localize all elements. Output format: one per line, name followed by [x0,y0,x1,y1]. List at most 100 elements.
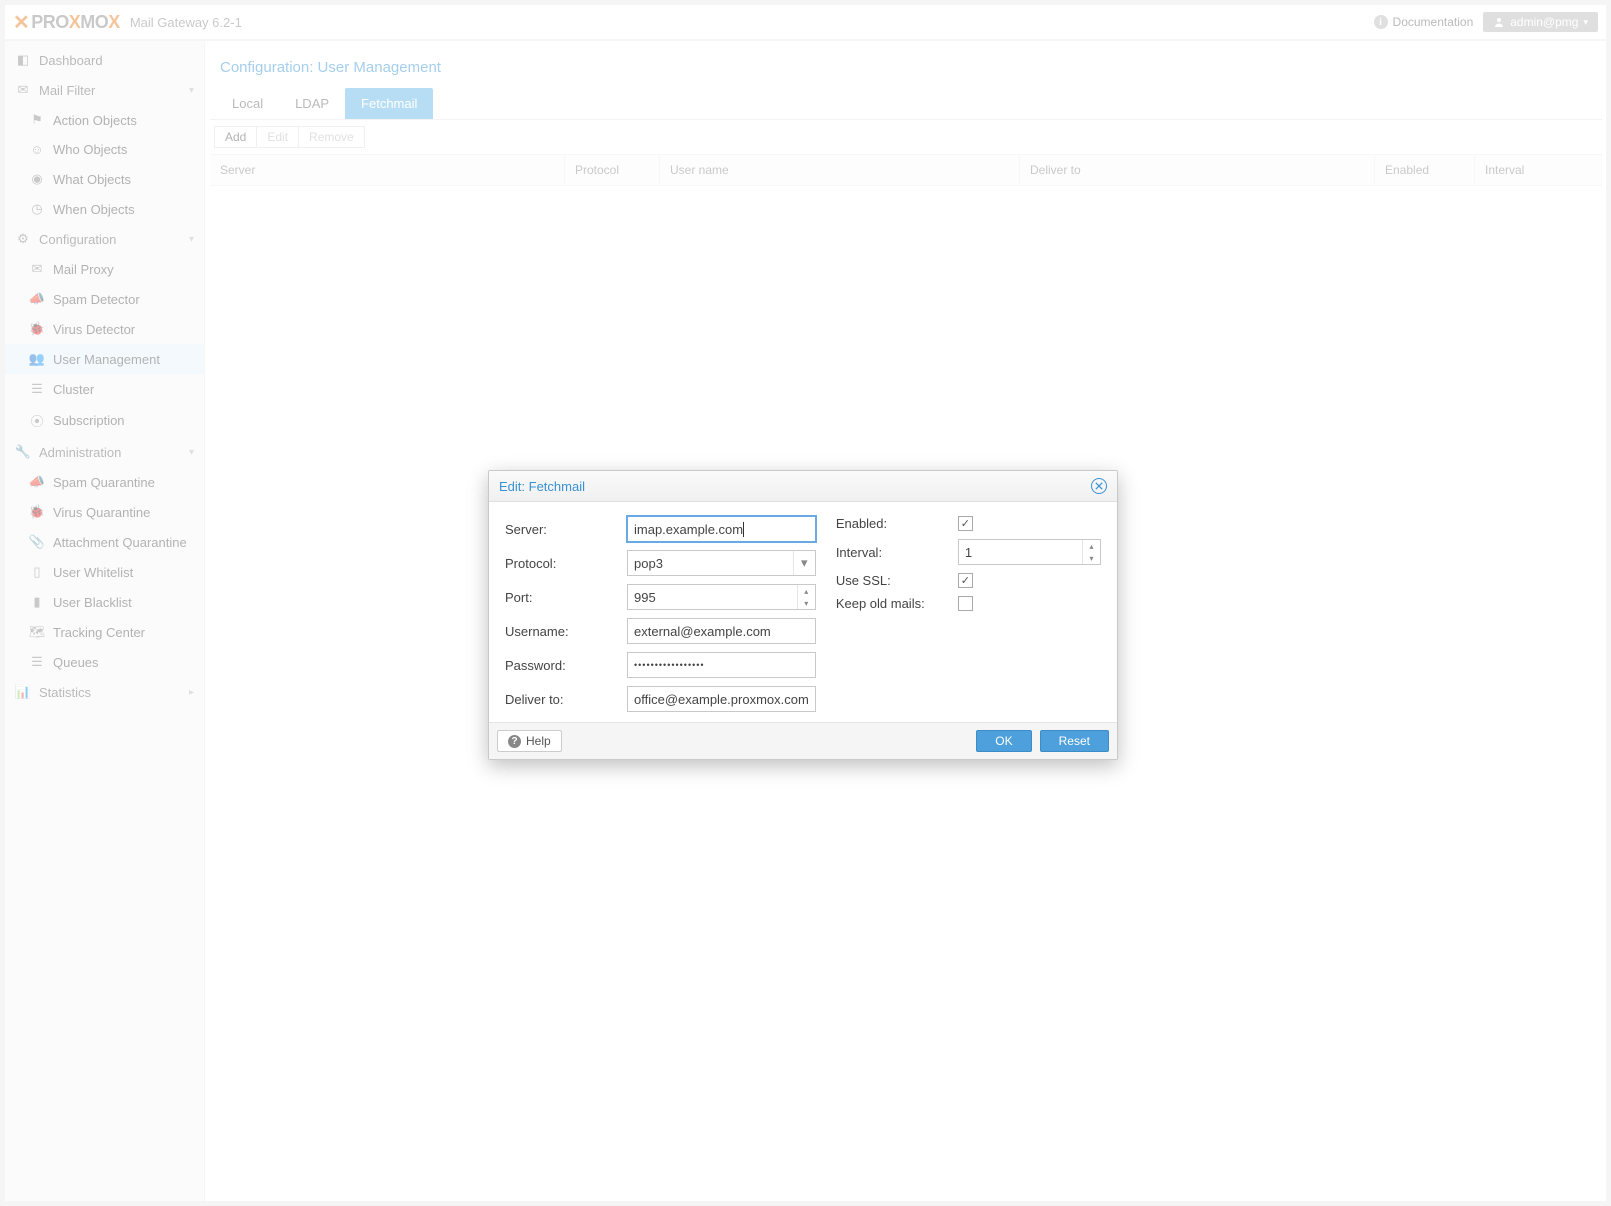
server-icon: ☰ [29,381,45,397]
keep-checkbox[interactable] [958,596,973,611]
documentation-link[interactable]: i Documentation [1374,15,1474,29]
sidebar-item-subscription[interactable]: ⦿ Subscription [5,404,204,437]
sidebar-label: Attachment Quarantine [53,535,187,550]
dialog-header[interactable]: Edit: Fetchmail [489,471,1117,502]
toolbar: Add Edit Remove [210,120,1602,155]
bullhorn-icon: 📣 [29,291,45,307]
sidebar-label: Tracking Center [53,625,145,640]
sidebar-item-user-management[interactable]: 👥 User Management [5,344,204,374]
sidebar-label: User Blacklist [53,595,132,610]
remove-button[interactable]: Remove [298,126,365,148]
interval-spinner[interactable]: ▴▾ [1082,540,1100,564]
logo-text-2: X [69,12,81,33]
sidebar-item-virus-detector[interactable]: 🐞 Virus Detector [5,314,204,344]
sidebar-item-tracking-center[interactable]: 🗺 Tracking Center [5,617,204,647]
sidebar-item-mail-proxy[interactable]: ✉ Mail Proxy [5,254,204,284]
tab-local[interactable]: Local [216,88,279,119]
enabled-checkbox[interactable]: ✓ [958,516,973,531]
chevron-down-icon: ▾ [189,85,194,96]
sidebar-item-statistics[interactable]: 📊 Statistics ▸ [5,677,204,707]
sidebar-item-dashboard[interactable]: ◧ Dashboard [5,45,204,75]
sidebar-item-spam-detector[interactable]: 📣 Spam Detector [5,284,204,314]
sidebar-item-action-objects[interactable]: ⚑ Action Objects [5,105,204,135]
reset-button[interactable]: Reset [1040,730,1109,752]
chart-icon: 📊 [15,684,31,700]
port-spinner[interactable]: ▴▾ [797,585,815,609]
interval-value: 1 [965,545,972,560]
sidebar-label: Statistics [39,685,91,700]
protocol-select[interactable]: pop3 ▾ [627,550,816,576]
sidebar-item-mail-filter[interactable]: ✉ Mail Filter ▾ [5,75,204,105]
documentation-label: Documentation [1393,15,1474,29]
sidebar-label: Mail Proxy [53,262,114,277]
add-button[interactable]: Add [214,126,257,148]
sidebar-label: User Management [53,352,160,367]
help-label: Help [526,734,551,748]
sidebar-label: User Whitelist [53,565,133,580]
sidebar-label: Who Objects [53,142,127,157]
deliver-label: Deliver to: [505,692,627,707]
col-server[interactable]: Server [210,155,565,185]
col-interval[interactable]: Interval [1475,155,1602,185]
sidebar-item-administration[interactable]: 🔧 Administration ▾ [5,437,204,467]
logo-x-icon: ✕ [13,10,29,35]
bug-icon: 🐞 [29,321,45,337]
dialog-footer: ? Help OK Reset [489,722,1117,759]
port-label: Port: [505,590,627,605]
sidebar-item-user-blacklist[interactable]: ▮ User Blacklist [5,587,204,617]
sidebar-item-attachment-quarantine[interactable]: 📎 Attachment Quarantine [5,527,204,557]
envelope-icon: ✉ [15,82,31,98]
sidebar-label: Queues [53,655,99,670]
tab-bar: Local LDAP Fetchmail [210,88,1602,120]
tab-fetchmail[interactable]: Fetchmail [345,88,433,119]
protocol-value: pop3 [634,556,663,571]
col-user[interactable]: User name [660,155,1020,185]
spinner-down-icon[interactable]: ▾ [798,597,815,609]
sidebar-label: Subscription [53,413,125,428]
sidebar-label: Virus Detector [53,322,135,337]
help-button[interactable]: ? Help [497,730,562,752]
user-menu-button[interactable]: admin@pmg ▾ [1483,12,1598,32]
tab-ldap[interactable]: LDAP [279,88,345,119]
sidebar-item-spam-quarantine[interactable]: 📣 Spam Quarantine [5,467,204,497]
col-enabled[interactable]: Enabled [1375,155,1475,185]
user-label: admin@pmg [1510,15,1578,29]
password-input[interactable]: ••••••••••••••••• [627,652,816,678]
sidebar-label: When Objects [53,202,135,217]
sidebar-item-cluster[interactable]: ☰ Cluster [5,374,204,404]
sidebar-item-user-whitelist[interactable]: ▯ User Whitelist [5,557,204,587]
logo-text-1: PRO [31,12,69,33]
spinner-up-icon[interactable]: ▴ [798,585,815,597]
top-bar: ✕ PROXMOX Mail Gateway 6.2-1 i Documenta… [5,5,1606,41]
sidebar-item-who-objects[interactable]: ☺ Who Objects [5,135,204,164]
sidebar: ◧ Dashboard ✉ Mail Filter ▾ ⚑ Action Obj… [5,41,205,1201]
grid-header: Server Protocol User name Deliver to Ena… [210,155,1602,186]
server-input[interactable]: imap.example.com [627,516,816,542]
close-button[interactable] [1091,478,1107,494]
col-deliver[interactable]: Deliver to [1020,155,1375,185]
ok-button[interactable]: OK [976,730,1031,752]
chevron-down-icon: ▾ [189,234,194,245]
interval-label: Interval: [836,545,958,560]
dropdown-trigger-icon[interactable]: ▾ [793,551,815,575]
col-protocol[interactable]: Protocol [565,155,660,185]
interval-input[interactable]: 1 ▴▾ [958,539,1101,565]
deliver-value: office@example.proxmox.com [634,692,809,707]
sidebar-item-when-objects[interactable]: ◷ When Objects [5,194,204,224]
edit-button[interactable]: Edit [256,126,299,148]
edit-fetchmail-dialog: Edit: Fetchmail Server: imap.example.com… [488,470,1118,760]
help-icon: ? [508,735,521,748]
spinner-up-icon[interactable]: ▴ [1083,540,1100,552]
sidebar-item-queues[interactable]: ☰ Queues [5,647,204,677]
sidebar-item-configuration[interactable]: ⚙ Configuration ▾ [5,224,204,254]
sidebar-item-virus-quarantine[interactable]: 🐞 Virus Quarantine [5,497,204,527]
sidebar-label: Administration [39,445,121,460]
username-input[interactable]: external@example.com [627,618,816,644]
gears-icon: ⚙ [15,231,31,247]
sidebar-label: Cluster [53,382,94,397]
deliver-input[interactable]: office@example.proxmox.com [627,686,816,712]
sidebar-item-what-objects[interactable]: ◉ What Objects [5,164,204,194]
port-input[interactable]: 995 ▴▾ [627,584,816,610]
ssl-checkbox[interactable]: ✓ [958,573,973,588]
spinner-down-icon[interactable]: ▾ [1083,552,1100,564]
